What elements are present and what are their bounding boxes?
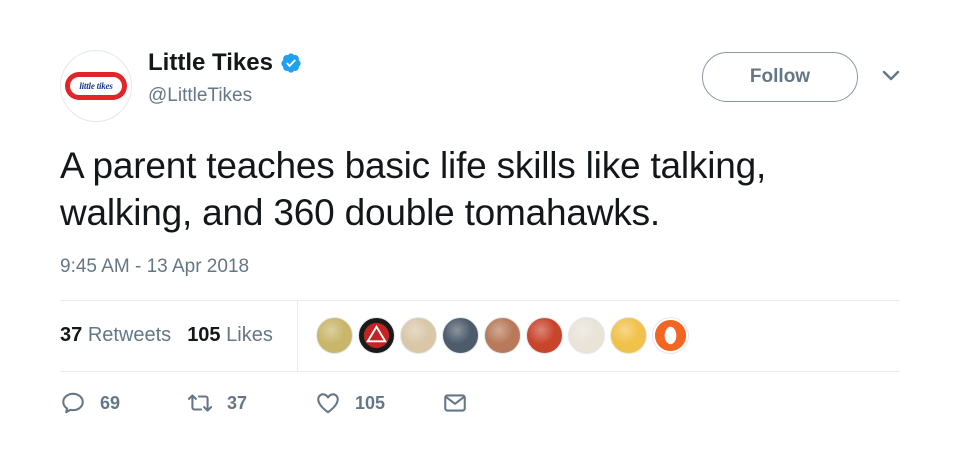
account-handle[interactable]: @LittleTikes xyxy=(148,85,252,107)
likes-label: Likes xyxy=(226,324,273,346)
stats-divider xyxy=(297,301,298,371)
retweet-icon xyxy=(187,394,213,412)
logo-text: little tikes xyxy=(79,81,113,91)
account-avatar[interactable]: little tikes xyxy=(60,50,132,122)
retweets-label: Retweets xyxy=(87,324,172,346)
reply-button[interactable]: 69 xyxy=(60,390,120,416)
envelope-icon xyxy=(444,394,466,412)
liker-avatar-2[interactable] xyxy=(358,317,395,354)
display-name[interactable]: Little Tikes xyxy=(148,49,273,77)
liker-avatar-4[interactable] xyxy=(442,317,479,354)
tweet-text: A parent teaches basic life skills like … xyxy=(60,145,767,233)
retweet-button[interactable]: 37 xyxy=(187,390,247,416)
tweet-card: little tikes Little Tikes @LittleTikes F… xyxy=(0,0,960,462)
heart-icon xyxy=(317,393,339,414)
direct-message-button[interactable] xyxy=(442,390,468,416)
name-row: Little Tikes xyxy=(148,49,302,77)
retweets-count: 37 xyxy=(60,324,83,346)
divider-bottom xyxy=(60,371,900,372)
liker-avatar-9[interactable] xyxy=(652,317,689,354)
like-button[interactable]: 105 xyxy=(315,390,385,416)
liker-avatar-6[interactable] xyxy=(526,317,563,354)
reply-icon xyxy=(62,392,84,414)
follow-button[interactable]: Follow xyxy=(702,52,858,102)
liker-avatar-7[interactable] xyxy=(568,317,605,354)
retweet-count: 37 xyxy=(227,392,248,413)
liker-avatar-8[interactable] xyxy=(610,317,647,354)
chevron-down-icon[interactable] xyxy=(880,68,902,84)
likes-count: 105 xyxy=(187,324,221,346)
retweets-stat[interactable]: 37 Retweets xyxy=(60,324,171,347)
liker-avatar-1[interactable] xyxy=(316,317,353,354)
like-count: 105 xyxy=(355,392,386,413)
liker-avatar-3[interactable] xyxy=(400,317,437,354)
likes-stat[interactable]: 105 Likes xyxy=(187,324,273,347)
little-tikes-logo: little tikes xyxy=(65,72,127,100)
verified-badge-icon xyxy=(281,53,301,73)
divider-top xyxy=(60,300,900,301)
liker-avatar-5[interactable] xyxy=(484,317,521,354)
liker-avatars xyxy=(316,317,694,354)
reply-count: 69 xyxy=(100,392,121,413)
tweet-timestamp[interactable]: 9:45 AM - 13 Apr 2018 xyxy=(60,256,249,278)
tweet-stats: 37 Retweets 105 Likes xyxy=(60,324,289,347)
